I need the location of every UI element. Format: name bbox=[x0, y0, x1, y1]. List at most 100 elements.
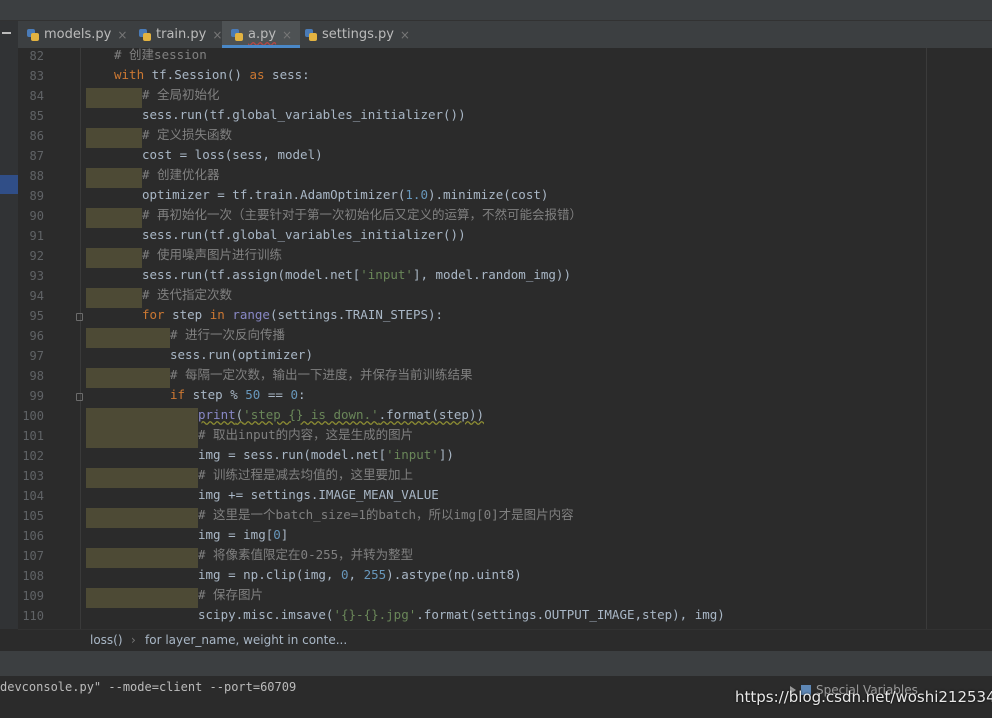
close-icon[interactable]: × bbox=[212, 28, 222, 42]
breadcrumb: loss() › for layer_name, weight in conte… bbox=[18, 629, 992, 650]
code-line[interactable]: 99 if step % 50 == 0: bbox=[18, 385, 988, 408]
line-number: 100 bbox=[22, 409, 44, 423]
code-line[interactable]: 101 # 取出input的内容，这是生成的图片 bbox=[18, 425, 988, 448]
code-text[interactable]: # 创建session bbox=[114, 48, 207, 65]
code-line[interactable]: 98 # 每隔一定次数，输出一下进度，并保存当前训练结果 bbox=[18, 365, 988, 388]
indent-highlight bbox=[86, 208, 142, 228]
line-number: 87 bbox=[29, 149, 44, 163]
code-text[interactable]: img = np.clip(img, 0, 255).astype(np.uin… bbox=[198, 565, 522, 585]
code-editor[interactable]: 82 # 创建session 83 with tf.Session() as s… bbox=[18, 48, 992, 629]
code-text[interactable]: # 定义损失函数 bbox=[142, 125, 232, 145]
top-toolbar bbox=[0, 0, 992, 21]
code-text[interactable]: sess.run(tf.global_variables_initializer… bbox=[142, 225, 466, 245]
line-number: 85 bbox=[29, 109, 44, 123]
line-number: 106 bbox=[22, 529, 44, 543]
line-number: 84 bbox=[29, 89, 44, 103]
code-text[interactable]: for step in range(settings.TRAIN_STEPS): bbox=[142, 305, 443, 325]
code-text[interactable]: with tf.Session() as sess: bbox=[114, 65, 310, 85]
breadcrumb-item[interactable]: for layer_name, weight in conte... bbox=[145, 633, 347, 647]
indent-highlight bbox=[86, 548, 198, 568]
code-text[interactable]: # 进行一次反向传播 bbox=[170, 325, 285, 345]
line-number: 92 bbox=[29, 249, 44, 263]
line-number: 97 bbox=[29, 349, 44, 363]
line-number: 105 bbox=[22, 509, 44, 523]
code-text[interactable]: sess.run(tf.global_variables_initializer… bbox=[142, 105, 466, 125]
code-text[interactable]: scipy.misc.imsave('{}-{}.jpg'.format(set… bbox=[198, 605, 725, 625]
selected-tree-row[interactable] bbox=[0, 175, 18, 194]
line-number: 103 bbox=[22, 469, 44, 483]
console-command: devconsole.py" --mode=client --port=6070… bbox=[0, 680, 297, 694]
tool-window-header bbox=[0, 650, 992, 677]
code-text[interactable]: # 迭代指定次数 bbox=[142, 285, 232, 305]
tab-a-py[interactable]: a.py × bbox=[222, 21, 301, 48]
fold-marker-icon[interactable] bbox=[76, 313, 83, 321]
code-text[interactable]: optimizer = tf.train.AdamOptimizer(1.0).… bbox=[142, 185, 548, 205]
code-line[interactable]: 105 # 这里是一个batch_size=1的batch，所以img[0]才是… bbox=[18, 505, 988, 528]
line-number: 109 bbox=[22, 589, 44, 603]
tab-label: train.py bbox=[156, 27, 207, 42]
line-number: 110 bbox=[22, 609, 44, 623]
close-icon[interactable]: × bbox=[117, 28, 127, 42]
line-number: 104 bbox=[22, 489, 44, 503]
collapse-icon[interactable] bbox=[2, 32, 11, 34]
close-icon[interactable]: × bbox=[282, 28, 292, 42]
line-number: 99 bbox=[29, 389, 44, 403]
line-number: 98 bbox=[29, 369, 44, 383]
code-line[interactable]: 106 img = img[0] bbox=[18, 525, 988, 548]
code-text[interactable]: img = img[0] bbox=[198, 525, 288, 545]
code-text[interactable]: sess.run(optimizer) bbox=[170, 345, 313, 365]
close-icon[interactable]: × bbox=[400, 28, 410, 42]
code-text[interactable]: print('step {} is down.'.format(step)) bbox=[198, 405, 484, 425]
code-line[interactable]: 100 print('step {} is down.'.format(step… bbox=[18, 405, 988, 428]
editor-tabs: models.py × train.py × a.py × settings.p… bbox=[18, 21, 992, 49]
code-text[interactable]: # 每隔一定次数，输出一下进度，并保存当前训练结果 bbox=[170, 365, 473, 385]
tab-settings-py[interactable]: settings.py × bbox=[304, 21, 410, 48]
line-number: 86 bbox=[29, 129, 44, 143]
line-number: 101 bbox=[22, 429, 44, 443]
code-text[interactable]: # 取出input的内容，这是生成的图片 bbox=[198, 425, 413, 445]
code-text[interactable]: # 训练过程是减去均值的，这里要加上 bbox=[198, 465, 413, 485]
code-line[interactable]: 97 sess.run(optimizer) bbox=[18, 345, 988, 368]
python-file-icon bbox=[230, 28, 244, 42]
indent-highlight bbox=[86, 88, 142, 108]
tab-train-py[interactable]: train.py × bbox=[138, 21, 222, 48]
code-text[interactable]: # 再初始化一次（主要针对于第一次初始化后又定义的运算，不然可能会报错） bbox=[142, 205, 582, 225]
code-text[interactable]: cost = loss(sess, model) bbox=[142, 145, 323, 165]
indent-highlight bbox=[86, 248, 142, 268]
breadcrumb-item[interactable]: loss() bbox=[90, 633, 123, 647]
python-file-icon bbox=[138, 28, 152, 42]
code-text[interactable]: img += settings.IMAGE_MEAN_VALUE bbox=[198, 485, 439, 505]
code-text[interactable]: # 全局初始化 bbox=[142, 85, 220, 105]
code-line[interactable]: 108 img = np.clip(img, 0, 255).astype(np… bbox=[18, 565, 988, 588]
code-text[interactable]: # 这里是一个batch_size=1的batch，所以img[0]才是图片内容 bbox=[198, 505, 574, 525]
line-number: 95 bbox=[29, 309, 44, 323]
code-text[interactable]: img = sess.run(model.net['input']) bbox=[198, 445, 454, 465]
line-number: 94 bbox=[29, 289, 44, 303]
code-text[interactable]: sess.run(tf.assign(model.net['input'], m… bbox=[142, 265, 571, 285]
indent-highlight bbox=[86, 428, 198, 448]
line-number: 96 bbox=[29, 329, 44, 343]
indent-highlight bbox=[86, 328, 170, 348]
code-line[interactable]: 103 # 训练过程是减去均值的，这里要加上 bbox=[18, 465, 988, 488]
code-text[interactable]: # 将像素值限定在0-255，并转为整型 bbox=[198, 545, 413, 565]
code-text[interactable]: # 保存图片 bbox=[198, 585, 263, 605]
line-number: 107 bbox=[22, 549, 44, 563]
code-text[interactable]: if step % 50 == 0: bbox=[170, 385, 306, 405]
indent-highlight bbox=[86, 288, 142, 308]
indent-highlight bbox=[86, 508, 198, 528]
code-line[interactable]: 110 scipy.misc.imsave('{}-{}.jpg'.format… bbox=[18, 605, 988, 628]
indent-highlight bbox=[86, 128, 142, 148]
code-line[interactable]: 102 img = sess.run(model.net['input']) bbox=[18, 445, 988, 468]
code-line[interactable]: 96 # 进行一次反向传播 bbox=[18, 325, 988, 348]
tab-label: a.py bbox=[248, 27, 277, 42]
line-number: 93 bbox=[29, 269, 44, 283]
fold-marker-icon[interactable] bbox=[76, 393, 83, 401]
tab-models-py[interactable]: models.py × bbox=[26, 21, 127, 48]
indent-highlight bbox=[86, 588, 198, 608]
code-line[interactable]: 95 for step in range(settings.TRAIN_STEP… bbox=[18, 305, 988, 328]
indent-highlight bbox=[86, 368, 170, 388]
line-number: 83 bbox=[29, 69, 44, 83]
code-text[interactable]: # 使用噪声图片进行训练 bbox=[142, 245, 282, 265]
code-text[interactable]: # 创建优化器 bbox=[142, 165, 220, 185]
indent-highlight bbox=[86, 168, 142, 188]
